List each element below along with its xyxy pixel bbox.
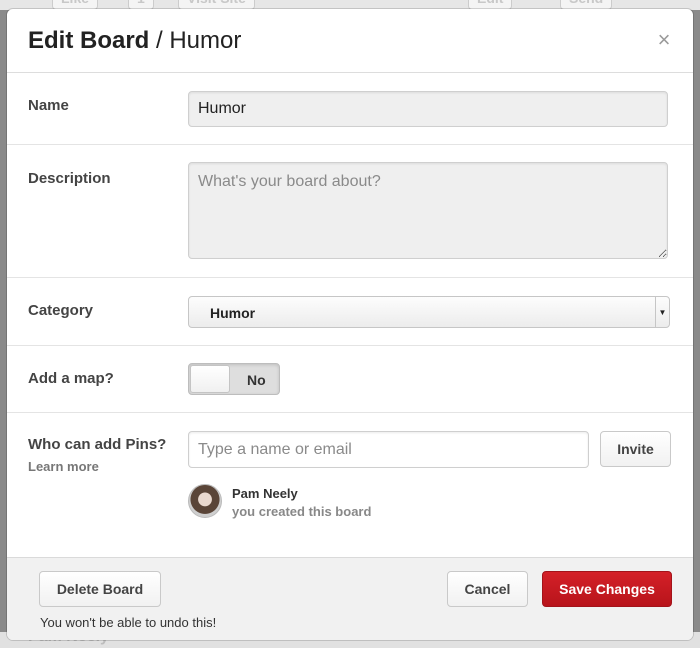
category-selected-value: Humor (210, 305, 256, 321)
name-row: Name (7, 73, 693, 145)
collaborators-label: Who can add Pins? (28, 436, 167, 453)
dialog-footer: Delete Board You won't be able to undo t… (7, 557, 693, 640)
category-label: Category (28, 302, 94, 319)
invite-button[interactable]: Invite (600, 431, 671, 467)
toggle-knob (190, 365, 230, 393)
description-row: Description (7, 145, 693, 278)
delete-warning: You won't be able to undo this! (40, 615, 217, 630)
collaborator-search-input[interactable] (188, 431, 589, 468)
dialog-title-board: / Humor (149, 27, 242, 54)
collaborator-role: you created this board (232, 504, 372, 519)
dialog-title: Edit Board / Humor (28, 27, 241, 55)
board-name-input[interactable] (188, 91, 668, 127)
category-select[interactable]: Humor ▼ (188, 296, 670, 328)
collaborators-row: Who can add Pins? Learn more Invite Pam … (7, 413, 693, 556)
map-row: Add a map? No (7, 346, 693, 413)
collaborator-name: Pam Neely (232, 486, 298, 501)
map-toggle[interactable]: No (188, 363, 280, 395)
name-label: Name (28, 97, 69, 114)
dialog-title-main: Edit Board (28, 27, 150, 54)
chevron-down-icon: ▼ (655, 297, 669, 327)
map-label: Add a map? (28, 370, 114, 387)
cancel-button[interactable]: Cancel (447, 571, 528, 607)
delete-board-button[interactable]: Delete Board (39, 571, 161, 607)
close-icon[interactable]: × (655, 29, 673, 51)
description-textarea[interactable] (188, 162, 668, 259)
description-label: Description (28, 170, 111, 187)
avatar (188, 484, 222, 518)
category-row: Category Humor ▼ (7, 278, 693, 346)
dialog-header: Edit Board / Humor × (7, 9, 693, 73)
save-changes-button[interactable]: Save Changes (542, 571, 672, 607)
toggle-state: No (247, 372, 266, 388)
edit-board-dialog: Edit Board / Humor × Name Description Ca… (7, 9, 693, 640)
learn-more-link[interactable]: Learn more (28, 459, 99, 474)
